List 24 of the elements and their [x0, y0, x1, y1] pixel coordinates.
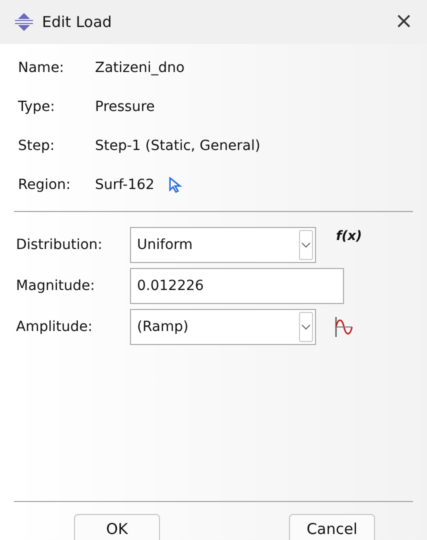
dropdown[interactable]: Uniform: [130, 227, 316, 263]
field-label: Region:: [18, 176, 72, 194]
close-button[interactable]: ×: [394, 11, 413, 33]
chevron-icon: [301, 242, 311, 248]
field-label: Name:: [18, 58, 66, 78]
dropdown[interactable]: (Ramp): [130, 309, 316, 345]
field-value: Step-1 (Static, General): [95, 136, 260, 156]
field-value: Surf-162: [95, 176, 154, 194]
dialog-button[interactable]: OK: [74, 514, 160, 540]
field-label: Type:: [18, 98, 56, 116]
function-button[interactable]: f(x): [336, 227, 362, 246]
field-label: Step:: [18, 136, 56, 156]
field-value: Zatizeni_dno: [95, 58, 185, 78]
field-label: Distribution:: [16, 236, 104, 254]
chevron-icon: [301, 324, 311, 330]
input-field[interactable]: 0.012226: [130, 268, 344, 304]
field-value: Pressure: [95, 98, 155, 116]
wave-icon: [335, 317, 353, 337]
window-title: Edit Load: [42, 12, 112, 33]
app-icon: [14, 13, 34, 31]
field-label: Magnitude:: [16, 276, 96, 296]
field-label: Amplitude:: [16, 318, 94, 336]
dialog-button[interactable]: Cancel: [289, 514, 375, 540]
pointer-icon[interactable]: [168, 177, 182, 193]
